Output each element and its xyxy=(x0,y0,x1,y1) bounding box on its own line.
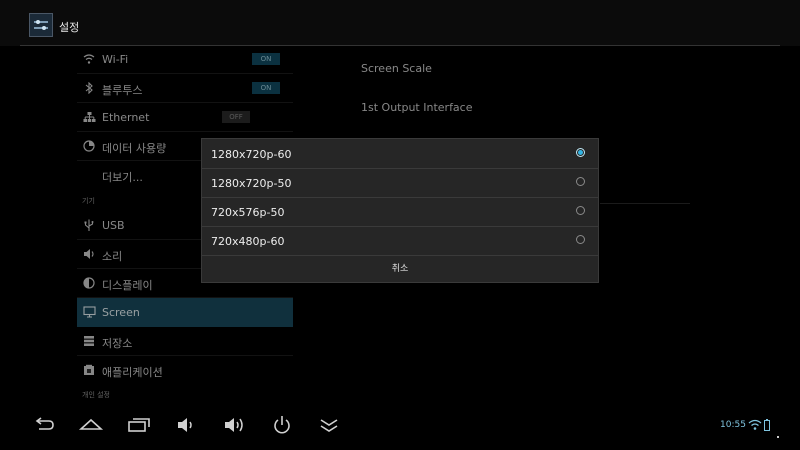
resolution-option-1280x720p-60[interactable]: 1280x720p-60 xyxy=(202,139,598,169)
radio-button[interactable] xyxy=(576,177,585,186)
home-icon[interactable] xyxy=(76,412,106,438)
wifi-signal-icon xyxy=(748,419,762,431)
expand-icon[interactable] xyxy=(314,412,344,438)
radio-button-checked[interactable] xyxy=(576,148,585,157)
status-dot xyxy=(777,436,779,438)
resolution-option-720x576p-50[interactable]: 720x576p-50 xyxy=(202,197,598,227)
option-label: 1280x720p-50 xyxy=(211,177,292,190)
option-label: 720x576p-50 xyxy=(211,206,285,219)
navigation-bar xyxy=(0,400,800,450)
volume-up-icon[interactable] xyxy=(219,412,249,438)
status-clock: 10:55 xyxy=(720,420,746,430)
radio-button[interactable] xyxy=(576,206,585,215)
settings-app-icon[interactable] xyxy=(29,13,53,37)
option-label: 720x480p-60 xyxy=(211,235,285,248)
power-icon[interactable] xyxy=(267,412,297,438)
app-title: 설정 xyxy=(59,21,80,34)
action-bar xyxy=(0,0,800,46)
battery-icon xyxy=(764,419,770,431)
volume-down-icon[interactable] xyxy=(170,412,200,438)
cancel-button[interactable]: 취소 xyxy=(202,255,598,284)
resolution-option-1280x720p-50[interactable]: 1280x720p-50 xyxy=(202,168,598,198)
option-label: 1280x720p-60 xyxy=(211,148,292,161)
resolution-dialog: 1280x720p-60 1280x720p-50 720x576p-50 72… xyxy=(201,138,599,283)
radio-button[interactable] xyxy=(576,235,585,244)
back-icon[interactable] xyxy=(29,412,59,438)
resolution-option-720x480p-60[interactable]: 720x480p-60 xyxy=(202,226,598,256)
recent-apps-icon[interactable] xyxy=(124,412,154,438)
